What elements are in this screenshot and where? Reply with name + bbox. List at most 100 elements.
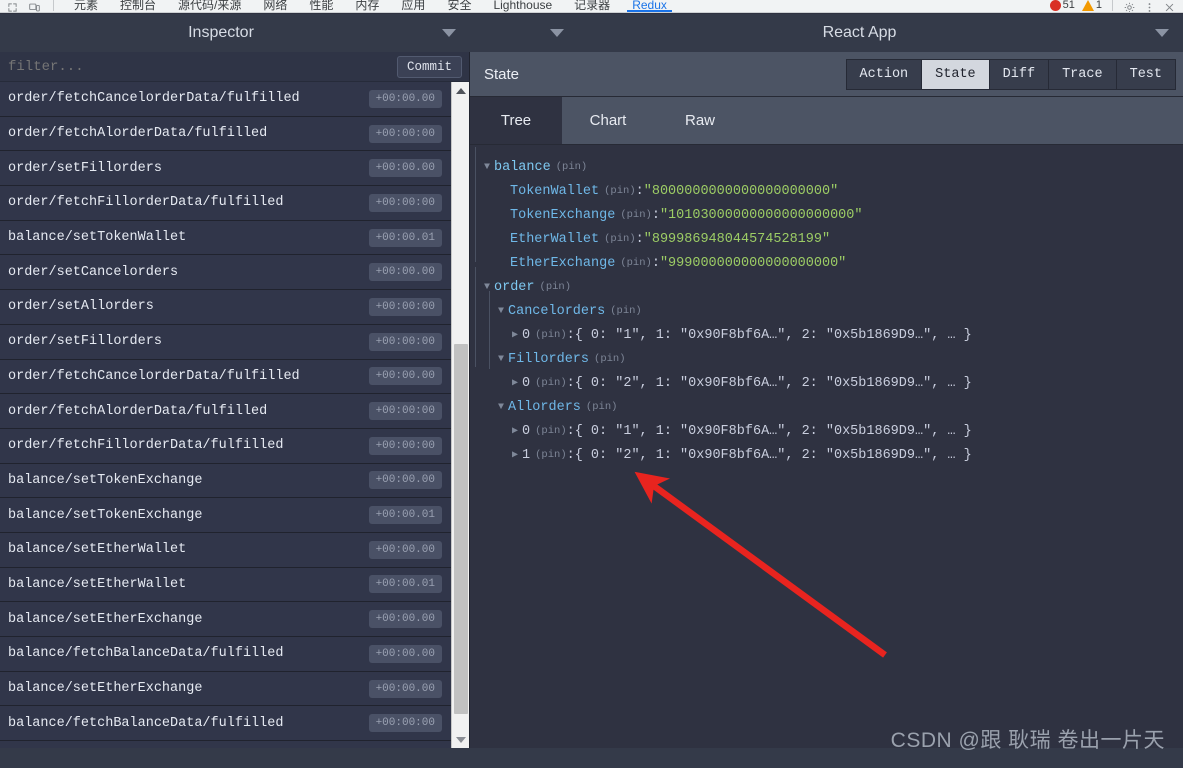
chevron-right-icon[interactable]: ▶ — [508, 377, 522, 389]
tree-node-order[interactable]: ▼ order (pin) — [480, 275, 1183, 299]
pin-tag: (pin) — [535, 449, 567, 461]
action-row[interactable]: balance/setEtherWallet +00:00.01 — [0, 567, 452, 603]
tree-node-Allorders[interactable]: ▼ Allorders (pin) — [480, 395, 1183, 419]
chevron-right-icon[interactable]: ▶ — [508, 449, 522, 461]
devtools-tab-performance[interactable]: 性能 — [298, 0, 344, 12]
chevron-down-icon[interactable]: ▼ — [480, 282, 494, 293]
tab-trace[interactable]: Trace — [1048, 58, 1116, 90]
action-timestamp: +00:00.00 — [368, 367, 442, 386]
action-timestamp: +00:00:00 — [368, 332, 442, 351]
scroll-up-icon[interactable] — [452, 82, 469, 99]
action-row[interactable]: balance/fetchBalanceData/fulfilled +00:00… — [0, 706, 452, 742]
tree-row-Allorders-0[interactable]: ▶ 0 (pin): { 0: "1", 1: "0x90F8bf6A…", 2:… — [480, 419, 1183, 443]
action-list-scrollbar[interactable] — [451, 82, 469, 748]
action-timestamp: +00:00:00 — [368, 124, 442, 143]
chevron-down-icon[interactable]: ▼ — [494, 402, 508, 413]
action-row[interactable]: order/setCancelorders +00:00.00 — [0, 255, 452, 291]
tree-key: TokenWallet — [510, 183, 600, 199]
tab-state[interactable]: State — [921, 58, 989, 90]
toolbar-divider-right — [1112, 0, 1113, 11]
action-name: balance/fetchBalanceData/fulfilled — [8, 646, 284, 662]
devtools-tab-sources[interactable]: 源代码/来源 — [167, 0, 252, 12]
tab-diff[interactable]: Diff — [988, 58, 1049, 90]
watermark: CSDN @跟 耿瑞 卷出一片天 — [890, 729, 1165, 752]
inspect-icon[interactable] — [6, 0, 19, 12]
more-vertical-icon[interactable] — [1143, 0, 1156, 12]
chevron-right-icon[interactable]: ▶ — [508, 425, 522, 437]
devtools-tab-console[interactable]: 控制台 — [109, 0, 167, 12]
action-row[interactable]: order/setFillorders +00:00.00 — [0, 151, 452, 187]
tree-colon: : — [651, 207, 660, 223]
tree-row-Allorders-1[interactable]: ▶ 1 (pin): { 0: "2", 1: "0x90F8bf6A…", 2:… — [480, 443, 1183, 467]
commit-button[interactable]: Commit — [396, 55, 462, 78]
action-timestamp: +00:00.00 — [368, 610, 442, 629]
scrollbar-thumb[interactable] — [454, 344, 468, 714]
action-row[interactable]: balance/setTokenExchange +00:00.01 — [0, 498, 452, 533]
action-row[interactable]: order/fetchFillorderData/fulfilled +00:00… — [0, 428, 452, 464]
tree-row-Fillorders-0[interactable]: ▶ 0 (pin): { 0: "2", 1: "0x90F8bf6A…", 2:… — [480, 371, 1183, 395]
chevron-down-icon[interactable]: ▼ — [494, 354, 508, 365]
action-row[interactable]: balance/setTokenExchange +00:00.00 — [0, 463, 452, 499]
tree-field-TokenExchange: TokenExchange (pin): "101030000000000000… — [480, 203, 1183, 227]
devtools-tab-elements[interactable]: 元素 — [63, 0, 109, 12]
search-input[interactable] — [0, 58, 397, 75]
tree-object-preview: { 0: "1", 1: "0x90F8bf6A…", 2: "0x5b1869… — [574, 423, 972, 439]
devtools-tab-security[interactable]: 安全 — [436, 0, 482, 12]
tree-node-balance[interactable]: ▼ balance (pin) — [480, 155, 1183, 179]
gear-icon[interactable] — [1123, 0, 1136, 12]
chevron-down-icon[interactable] — [442, 29, 456, 37]
pin-tag: (pin) — [555, 161, 588, 173]
scroll-down-icon[interactable] — [452, 731, 469, 748]
action-row[interactable]: balance/setEtherExchange +00:00.00 — [0, 602, 452, 637]
error-badge[interactable]: 51 — [1049, 0, 1075, 11]
tree-key-order: order — [494, 279, 535, 295]
close-icon[interactable] — [1163, 0, 1176, 12]
action-row[interactable]: order/fetchAlorderData/fulfilled +00:00:0… — [0, 116, 452, 152]
action-row[interactable]: balance/setEtherWallet +00:00.00 — [0, 532, 452, 568]
action-row[interactable]: order/fetchFillorderData/fulfilled +00:00… — [0, 186, 452, 221]
chevron-right-icon[interactable]: ▶ — [508, 329, 522, 341]
tab-tree[interactable]: Tree — [470, 97, 562, 144]
devtools-tab-application[interactable]: 应用 — [390, 0, 436, 12]
tree-index: 0 — [522, 327, 531, 343]
tree-node-Cancelorders[interactable]: ▼ Cancelorders (pin) — [480, 299, 1183, 323]
tree-colon: : — [566, 447, 575, 463]
tab-action[interactable]: Action — [845, 58, 922, 90]
tab-raw[interactable]: Raw — [654, 97, 746, 144]
device-toolbar-icon[interactable] — [28, 0, 41, 12]
devtools-tab-memory[interactable]: 内存 — [344, 0, 390, 12]
tree-colon: : — [635, 231, 644, 247]
action-name: balance/setEtherWallet — [8, 576, 187, 592]
chevron-down-icon[interactable]: ▼ — [480, 162, 494, 173]
chevron-down-icon[interactable]: ▼ — [494, 306, 508, 317]
tab-test[interactable]: Test — [1115, 58, 1176, 90]
action-row[interactable]: order/setAllorders +00:00:00 — [0, 290, 452, 325]
tree-row-Cancelorders-0[interactable]: ▶ 0 (pin): { 0: "1", 1: "0x90F8bf6A…", 2:… — [480, 323, 1183, 347]
action-name: balance/setEtherWallet — [8, 542, 187, 558]
action-row[interactable]: balance/setTokenWallet +00:00.01 — [0, 220, 452, 256]
devtools-tab-network[interactable]: 网络 — [252, 0, 298, 12]
pin-tag: (pin) — [535, 425, 567, 437]
action-row[interactable]: order/fetchCancelorderData/fulfilled +00:… — [0, 82, 452, 117]
chevron-down-left-icon[interactable] — [550, 29, 564, 37]
tree-field-EtherWallet: EtherWallet (pin): "89998694804457452819… — [480, 227, 1183, 251]
devtools-tab-lighthouse[interactable]: Lighthouse — [482, 0, 563, 12]
tree-colon: : — [566, 375, 575, 391]
inspector-header: Inspector — [0, 14, 470, 52]
devtools-tab-recorder[interactable]: 记录器 — [563, 0, 621, 12]
devtools-tab-redux[interactable]: Redux — [621, 0, 678, 12]
action-row[interactable]: order/fetchCancelorderData/fulfilled +00:… — [0, 359, 452, 395]
chevron-down-right-icon[interactable] — [1155, 29, 1169, 37]
devtools-redux-window: 元素 控制台 源代码/来源 网络 性能 内存 应用 安全 Lighthouse … — [0, 0, 1183, 768]
action-row[interactable]: order/fetchAlorderData/fulfilled +00:00:0… — [0, 394, 452, 429]
tree-node-Fillorders[interactable]: ▼ Fillorders (pin) — [480, 347, 1183, 371]
pin-tag: (pin) — [610, 305, 642, 317]
action-row[interactable]: balance/setEtherExchange +00:00.00 — [0, 671, 452, 707]
action-row[interactable]: balance/fetchBalanceData/fulfilled +00:00… — [0, 637, 452, 672]
warning-badge[interactable]: 1 — [1081, 0, 1102, 11]
action-row[interactable]: order/setFillorders +00:00:00 — [0, 324, 452, 360]
state-toolbar: State Action State Diff Trace Test — [470, 52, 1183, 97]
tab-chart[interactable]: Chart — [562, 97, 654, 144]
error-icon — [1049, 0, 1061, 11]
error-count: 51 — [1062, 0, 1075, 11]
